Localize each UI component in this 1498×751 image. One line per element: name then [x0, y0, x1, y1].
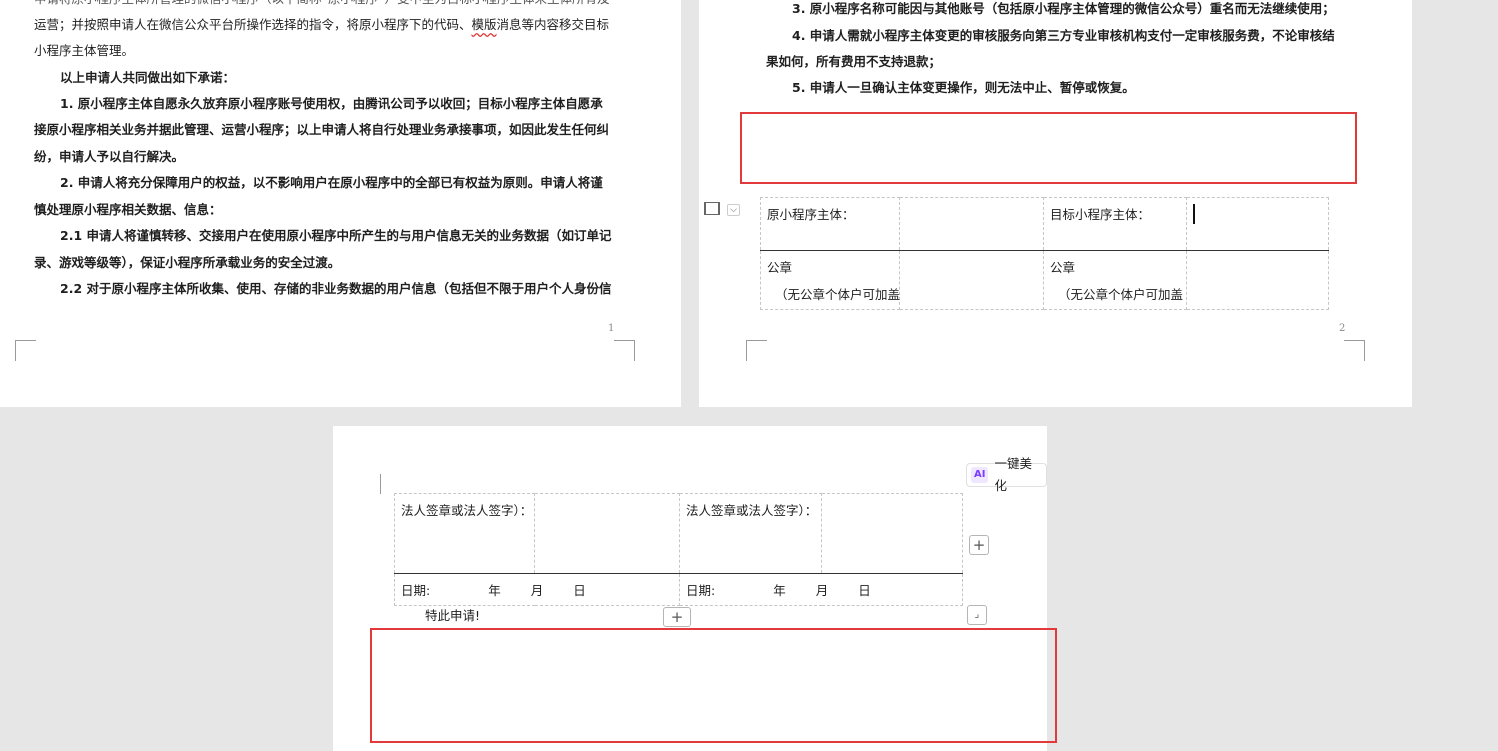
- date-cell[interactable]: 日期: 年 月 日: [679, 573, 963, 606]
- text-line: 小程序主体管理。: [34, 43, 135, 58]
- table-cell[interactable]: [821, 493, 963, 574]
- table-cell[interactable]: 法人签章或法人签字）：: [679, 493, 822, 574]
- highlight-box: [370, 628, 1057, 743]
- add-column-button[interactable]: +: [969, 535, 989, 555]
- text-line: 运营；并按照申请人在微信公众平台所操作选择的指令，将原小程序下的代码、模版消息等…: [34, 12, 609, 39]
- month-label: 月: [815, 583, 829, 598]
- text-line: 5. 申请人一旦确认主体变更操作，则无法中止、暂停或恢复。: [792, 80, 1135, 95]
- text-line: 慎处理原小程序相关数据、信息：: [34, 202, 222, 217]
- document-page-2[interactable]: 3. 原小程序名称可能因与其他账号（包括原小程序主体管理的微信公众号）重名而无法…: [699, 0, 1412, 407]
- margin-marker: [380, 474, 401, 494]
- legal-rep-sign-label: 法人签章或法人签字）：: [401, 503, 533, 518]
- table-cell[interactable]: 法人签章或法人签字）：: [394, 493, 535, 574]
- ai-icon: AI: [971, 467, 989, 483]
- chevron-down-icon[interactable]: ⌵: [727, 204, 740, 216]
- resize-table-icon[interactable]: ⌟: [967, 605, 987, 625]
- document-page-1[interactable]: 申请将原小程序主体所管理的微信小程序（以下简称“原小程序”）变中至为目标小程序主…: [0, 0, 681, 407]
- table-cell-active[interactable]: [1186, 197, 1329, 251]
- seal-note: （无公章个体户可加盖: [1058, 287, 1184, 302]
- closing-text: 特此申请!: [425, 608, 481, 623]
- seal-label: 公章: [767, 260, 793, 275]
- day-label: 日: [573, 583, 586, 598]
- text-line: 纷，申请人予以自行解决。: [34, 149, 185, 164]
- page-number: 1: [608, 323, 615, 334]
- table-cell[interactable]: 公章 （无公章个体户可加盖: [1043, 250, 1187, 310]
- seal-label: 公章: [1050, 260, 1076, 275]
- text-line-part: 消息等内容移交目标: [496, 17, 610, 32]
- table-cell[interactable]: [1186, 250, 1329, 310]
- text-line: 2.2 对于原小程序主体所收集、使用、存储的非业务数据的用户信息（包括但不限于用…: [60, 281, 612, 296]
- text-line: 1. 原小程序主体自愿永久放弃原小程序账号使用权，由腾讯公司予以收回；目标小程序…: [60, 96, 603, 111]
- signature-table[interactable]: 法人签章或法人签字）： 法人签章或法人签字）： 日期: 年 月 日 日期: 年 月 日: [394, 493, 963, 606]
- target-entity-label: 目标小程序主体：: [1050, 207, 1151, 222]
- text-line: 果如何，所有费用不支持退款；: [766, 54, 942, 69]
- margin-marker: [15, 340, 36, 361]
- table-cell[interactable]: [899, 197, 1044, 251]
- ai-beautify-label: 一键美化: [994, 456, 1032, 493]
- text-line: 录、游戏等级等），保证小程序所承载业务的安全过渡。: [34, 255, 341, 270]
- text-cursor: [1193, 204, 1195, 224]
- seal-note: （无公章个体户可加盖: [775, 287, 901, 302]
- highlight-box: [740, 112, 1357, 184]
- text-line: 3. 原小程序名称可能因与其他账号（包括原小程序主体管理的微信公众号）重名而无法…: [792, 1, 1335, 16]
- signature-table[interactable]: 原小程序主体： 目标小程序主体： 公章 （无公章个体户可加盖 公章 （无公章个体…: [760, 197, 1329, 310]
- text-line: 接原小程序相关业务并据此管理、运营小程序；以上申请人将自行处理业务承接事项，如因…: [34, 122, 610, 137]
- margin-marker: [746, 340, 767, 361]
- original-entity-label: 原小程序主体：: [767, 207, 855, 222]
- legal-rep-sign-label: 法人签章或法人签字）：: [686, 503, 818, 518]
- table-tools[interactable]: ⌵: [704, 201, 740, 216]
- table-cell[interactable]: [899, 250, 1044, 310]
- spellcheck-word[interactable]: 模版: [472, 17, 497, 32]
- date-label: 日期:: [686, 583, 716, 598]
- date-cell[interactable]: 日期: 年 月 日: [394, 573, 680, 606]
- year-label: 年: [773, 583, 786, 598]
- text-line: 2.1 申请人将谨慎转移、交接用户在使用原小程序中所产生的与用户信息无关的业务数…: [60, 228, 612, 243]
- table-cell[interactable]: 公章 （无公章个体户可加盖: [760, 250, 901, 310]
- add-row-button[interactable]: +: [663, 607, 691, 627]
- document-page-3[interactable]: AI 一键美化 法人签章或法人签字）： 法人签章或法人签字）： 日期: 年 月 日 日…: [333, 426, 1057, 751]
- month-label: 月: [530, 583, 544, 598]
- year-label: 年: [488, 583, 501, 598]
- text-line: 申请将原小程序主体所管理的微信小程序（以下简称“原小程序”）变中至为目标小程序主…: [34, 0, 609, 13]
- margin-marker: [1344, 340, 1365, 361]
- margin-marker: [614, 340, 635, 361]
- date-label: 日期:: [401, 583, 431, 598]
- table-cell[interactable]: 目标小程序主体：: [1043, 197, 1187, 251]
- text-line: 以上申请人共同做出如下承诺：: [60, 70, 236, 85]
- day-label: 日: [858, 583, 871, 598]
- table-cell[interactable]: 原小程序主体：: [760, 197, 900, 251]
- table-handle-icon[interactable]: [704, 202, 720, 215]
- page-number: 2: [1339, 323, 1346, 334]
- ai-beautify-button[interactable]: AI 一键美化: [966, 456, 1047, 493]
- text-line-part: 运营；并按照申请人在微信公众平台所操作选择的指令，将原小程序下的代码、: [34, 17, 472, 32]
- text-line: 4. 申请人需就小程序主体变更的审核服务向第三方专业审核机构支付一定审核服务费，…: [792, 28, 1335, 43]
- table-cell[interactable]: [534, 493, 680, 574]
- text-line: 2. 申请人将充分保障用户的权益，以不影响用户在原小程序中的全部已有权益为原则。…: [60, 175, 603, 190]
